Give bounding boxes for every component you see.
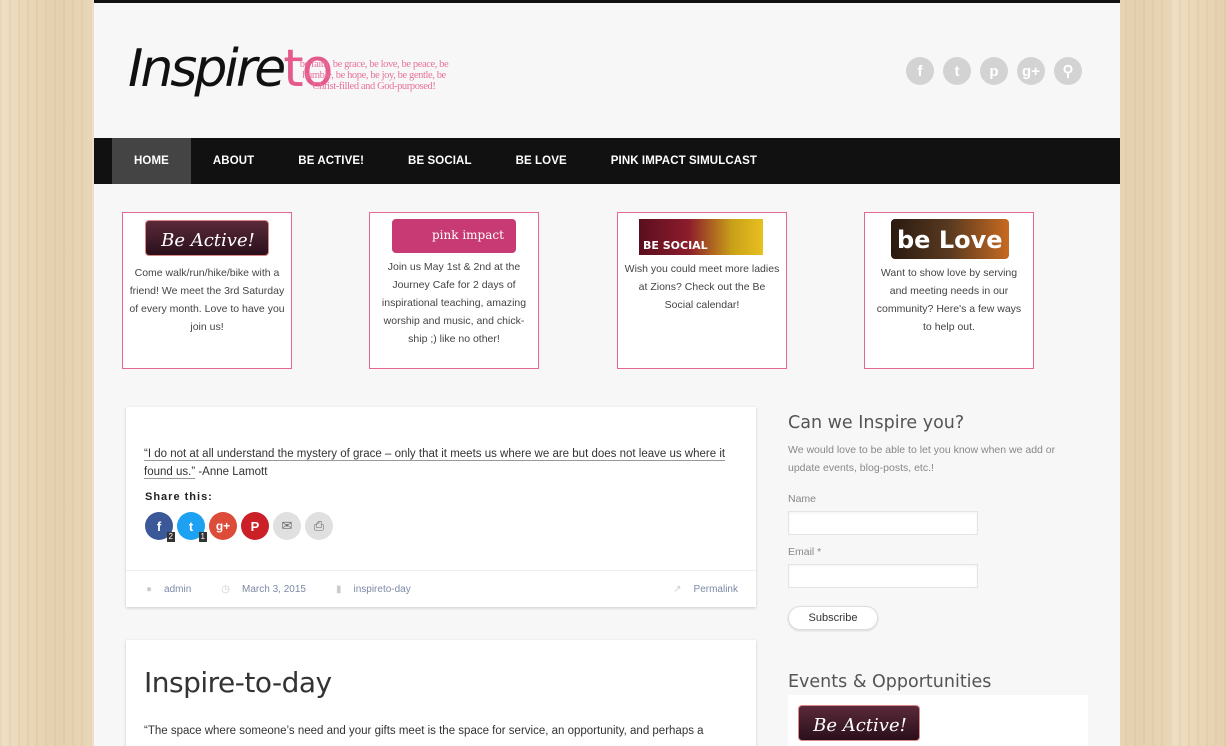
share-count: 2 bbox=[166, 532, 175, 542]
twitter-share-button[interactable]: t1 bbox=[177, 512, 207, 542]
post-meta: ● admin ◷ March 3, 2015 ▮ inspireto-day ↗ Pe… bbox=[126, 570, 756, 608]
post-category[interactable]: ▮ inspireto-day bbox=[336, 584, 411, 595]
be-active-badge-graphic: Be Active! bbox=[160, 230, 255, 251]
social-icons: f t p g+ ⚲ bbox=[906, 57, 1082, 85]
post-title[interactable]: Inspire-to-day bbox=[144, 666, 332, 699]
be-active-badge-text: Be Active! bbox=[160, 230, 255, 251]
events-widget: Be Active! bbox=[788, 695, 1088, 746]
be-social-badge-text: BE SOCIAL bbox=[643, 239, 708, 252]
pinterest-icon: P bbox=[250, 518, 260, 534]
google-plus-share-button[interactable]: g+ bbox=[209, 512, 237, 540]
share-title: Share this: bbox=[145, 491, 213, 503]
site-header: Inspireto be faith, be grace, be love, b… bbox=[94, 3, 1120, 138]
nav-item-about[interactable]: ABOUT bbox=[191, 138, 276, 184]
post-card: Inspire-to-day “The space where someone’… bbox=[126, 640, 756, 746]
post-category-text: inspireto-day bbox=[353, 584, 411, 595]
print-icon: ⎙ bbox=[313, 518, 325, 533]
name-label: Name bbox=[788, 493, 817, 505]
post-author-text: admin bbox=[164, 584, 192, 595]
subscribe-text: We would love to be able to let you know… bbox=[788, 444, 1056, 474]
nav-item-be-social[interactable]: BE SOCIAL bbox=[386, 138, 494, 184]
main-nav: HOME ABOUT BE ACTIVE! BE SOCIAL BE LOVE … bbox=[94, 138, 1120, 184]
post-date-text: March 3, 2015 bbox=[242, 584, 306, 595]
post-card: “I do not at all understand the mystery … bbox=[126, 407, 756, 607]
feature-box-be-love[interactable]: be Love Want to show love by serving and… bbox=[864, 212, 1034, 369]
nav-item-be-love[interactable]: BE LOVE bbox=[494, 138, 589, 184]
post-excerpt: “The space where someone’s need and your… bbox=[144, 725, 704, 737]
permalink-text: Permalink bbox=[693, 584, 738, 595]
email-icon: ✉ bbox=[281, 518, 293, 533]
be-social-badge[interactable]: BE SOCIAL bbox=[639, 219, 763, 255]
search-icon[interactable]: ⚲ bbox=[1054, 57, 1082, 85]
feature-text: Want to show love by serving and meeting… bbox=[876, 267, 1022, 333]
print-share-button[interactable]: ⎙ bbox=[305, 512, 333, 540]
feature-box-be-social[interactable]: BE SOCIAL Wish you could meet more ladie… bbox=[617, 212, 787, 369]
google-plus-icon: g+ bbox=[215, 519, 231, 533]
bookmark-icon: ▮ bbox=[335, 584, 342, 595]
pinterest-icon[interactable]: p bbox=[980, 57, 1008, 85]
user-icon: ● bbox=[146, 584, 153, 595]
events-badge-text: Be Active! bbox=[812, 715, 907, 736]
be-love-badge-text: be Love bbox=[897, 226, 1003, 254]
subscribe-button[interactable]: Subscribe bbox=[788, 606, 878, 630]
be-social-badge-graphic: BE SOCIAL bbox=[643, 239, 708, 252]
permalink[interactable]: ↗ Permalink bbox=[673, 584, 738, 595]
pink-impact-badge-graphic: pink impact bbox=[432, 228, 504, 242]
events-be-active-badge[interactable]: Be Active! bbox=[798, 705, 920, 741]
quote-author: -Anne Lamott bbox=[195, 466, 268, 478]
nav-item-home[interactable]: HOME bbox=[112, 138, 191, 184]
pink-impact-badge-text: pink impact bbox=[432, 228, 504, 242]
events-be-active-badge-graphic: Be Active! bbox=[812, 715, 907, 736]
post-quote: “I do not at all understand the mystery … bbox=[144, 445, 738, 481]
email-field[interactable] bbox=[788, 564, 978, 588]
twitter-icon[interactable]: t bbox=[943, 57, 971, 85]
google-plus-icon[interactable]: g+ bbox=[1017, 57, 1045, 85]
nav-item-pink-impact[interactable]: PINK IMPACT SIMULCAST bbox=[589, 138, 779, 184]
share-buttons: f2 t1 g+ P ✉ ⎙ bbox=[145, 512, 333, 542]
twitter-icon: t bbox=[188, 518, 194, 534]
be-active-badge[interactable]: Be Active! bbox=[145, 220, 269, 256]
nav-item-be-active[interactable]: BE ACTIVE! bbox=[276, 138, 386, 184]
feature-text: Join us May 1st & 2nd at the Journey Caf… bbox=[381, 261, 527, 345]
email-share-button[interactable]: ✉ bbox=[273, 512, 301, 540]
link-icon: ↗ bbox=[673, 584, 682, 595]
page-container: Inspireto be faith, be grace, be love, b… bbox=[94, 0, 1120, 746]
feature-box-be-active[interactable]: Be Active! Come walk/run/hike/bike with … bbox=[122, 212, 292, 369]
subscribe-heading: Can we Inspire you? bbox=[788, 413, 965, 433]
feature-text: Wish you could meet more ladies at Zions… bbox=[624, 263, 780, 311]
post-date[interactable]: ◷ March 3, 2015 bbox=[221, 584, 306, 595]
be-love-badge-graphic: be Love bbox=[897, 226, 1003, 254]
email-label: Email * bbox=[788, 546, 822, 558]
logo-main-text: Inspire bbox=[128, 39, 286, 99]
name-field[interactable] bbox=[788, 511, 978, 535]
clock-icon: ◷ bbox=[221, 584, 231, 595]
be-love-badge[interactable]: be Love bbox=[891, 219, 1009, 259]
pink-impact-badge[interactable]: pink impact bbox=[392, 219, 516, 253]
logo-tagline: be faith, be grace, be love, be peace, b… bbox=[299, 59, 449, 92]
facebook-share-button[interactable]: f2 bbox=[145, 512, 175, 542]
facebook-icon: f bbox=[156, 518, 162, 534]
feature-text: Come walk/run/hike/bike with a friend! W… bbox=[129, 267, 285, 333]
feature-box-pink-impact[interactable]: pink impact Join us May 1st & 2nd at the… bbox=[369, 212, 539, 369]
share-count: 1 bbox=[198, 532, 207, 542]
facebook-icon[interactable]: f bbox=[906, 57, 934, 85]
post-author[interactable]: ● admin bbox=[146, 584, 191, 595]
pinterest-share-button[interactable]: P bbox=[241, 512, 269, 540]
events-heading: Events & Opportunities bbox=[788, 672, 992, 692]
